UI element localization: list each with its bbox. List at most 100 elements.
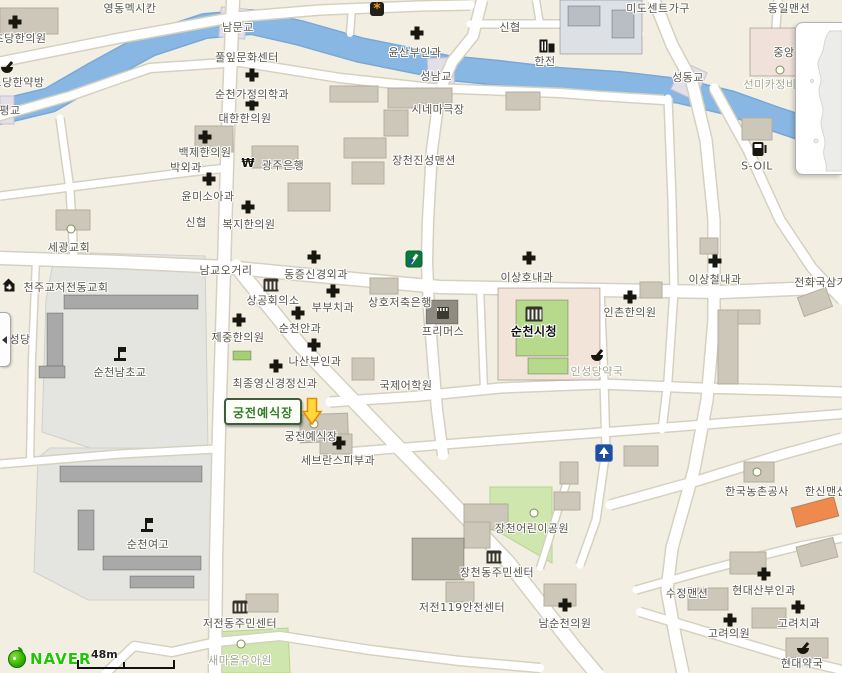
map-label: 신협 [185, 214, 206, 230]
map-canvas[interactable]: ₩*영동멕시칸남문교초당한의원초당한약방평교풀잎문화센터순천가정의학과대한한의원… [0, 0, 842, 673]
map-label: 상공회의소 [246, 292, 299, 308]
hospital-cross-icon [411, 27, 424, 40]
map-label: 부부치과 [312, 299, 354, 315]
bathhouse-icon [595, 444, 613, 462]
map-label: 장천동주민센터 [460, 564, 534, 580]
map-label: 전화국삼거리 [794, 274, 842, 290]
map-label: 장천어린이공원 [495, 520, 569, 536]
map-label: 국제어학원 [379, 377, 432, 393]
map-label: 중앙 [773, 44, 794, 60]
hospital-cross-icon [523, 252, 536, 265]
cityhall-building-icon [526, 307, 543, 322]
scale-bar: 48m [77, 650, 173, 668]
pharmacy-icon [1, 62, 13, 74]
map-label: 이상호내과 [500, 269, 553, 285]
map-label: 이상철내과 [688, 271, 741, 287]
map-label: 순천시청 [511, 323, 557, 340]
map-label: 인성당약국 [570, 363, 623, 379]
government-building-icon [233, 601, 248, 614]
hospital-cross-icon [709, 255, 722, 268]
map-label: 저전동주민센터 [203, 615, 277, 631]
hospital-cross-icon [292, 307, 305, 320]
map-label: 윤산부인과 [388, 44, 441, 60]
map-label: 동일맨션 [768, 0, 810, 16]
map-label: 천주교저전동교회 [24, 279, 109, 295]
government-building-icon [264, 279, 279, 292]
map-label: 광주은행 [262, 157, 304, 173]
poi-dot-icon [237, 640, 246, 649]
map-label: 남문교 [222, 19, 254, 35]
map-label: 한신맨션 [805, 483, 842, 499]
map-label: 한전 [534, 53, 555, 69]
place-callout[interactable]: 궁전예식장 [224, 398, 302, 425]
map-label: 장천진성맨션 [392, 152, 456, 168]
map-label: S-OIL [741, 160, 773, 173]
map-label: 순천남초교 [93, 364, 146, 380]
map-label: 윤미소아과 [181, 188, 234, 204]
map-label: 영동멕시칸 [103, 0, 156, 16]
map-label: 새마을유아원 [208, 652, 272, 668]
map-label: 세브란스피부과 [301, 452, 375, 468]
map-label: 인촌한의원 [603, 304, 656, 320]
map-label: 초당한의원 [0, 30, 47, 46]
map-label: 제중한의원 [211, 329, 264, 345]
map-label: 현대산부인과 [732, 582, 796, 598]
poi-overlay: ₩*영동멕시칸남문교초당한의원초당한약방평교풀잎문화센터순천가정의학과대한한의원… [0, 0, 842, 673]
poi-dot-icon [753, 468, 762, 477]
map-label: 남순천의원 [538, 615, 591, 631]
hospital-cross-icon [270, 360, 283, 373]
scale-bar-line [77, 660, 175, 669]
map-label: 풀잎문화센터 [215, 49, 279, 65]
map-label: 세광교회 [48, 239, 90, 255]
pharmacy-icon [797, 643, 809, 655]
map-label: 미도센트가구 [626, 0, 690, 16]
map-label: 성당 [9, 331, 30, 347]
hospital-cross-icon [203, 173, 216, 186]
hospital-cross-icon [242, 201, 255, 214]
church-icon [3, 279, 16, 292]
hospital-cross-icon [624, 291, 637, 304]
map-label: 프리머스 [422, 323, 464, 339]
map-label: 백제한의원 [178, 144, 231, 160]
map-label: 상호저축은행 [368, 294, 432, 310]
hospital-cross-icon [233, 314, 246, 327]
map-label: 선미카정비 [743, 76, 796, 92]
map-label: 수정맨션 [666, 585, 708, 601]
hospital-cross-icon [308, 251, 321, 264]
map-label: 평교 [0, 102, 21, 118]
bank-won-icon: ₩ [241, 157, 254, 169]
naver-bird-icon [8, 650, 26, 668]
bank-logo-icon [406, 251, 423, 268]
map-label: 순천안과 [279, 320, 321, 336]
map-label: 성남교 [420, 68, 452, 84]
hospital-cross-icon [559, 599, 572, 612]
panel-collapse-toggle[interactable] [0, 312, 11, 367]
map-label: 나산부인과 [288, 353, 341, 369]
map-label: 성동교 [672, 69, 704, 85]
poi-dot-icon [776, 66, 785, 75]
hospital-cross-icon [758, 568, 771, 581]
map-label: 최종영신경정신과 [233, 375, 318, 391]
government-building-icon [487, 551, 502, 564]
hospital-cross-icon [327, 285, 340, 298]
callout-label: 궁전예식장 [233, 406, 293, 420]
poi-dot-icon [530, 509, 539, 518]
map-label: 시네마극장 [411, 101, 464, 117]
pharmacy-icon [591, 350, 603, 362]
map-label: 박외과 [170, 159, 202, 175]
map-label: 동증신경외과 [284, 266, 348, 282]
map-label: 저전119안전센터 [419, 599, 505, 615]
map-label: 고려의원 [708, 625, 750, 641]
map-label: 궁전예식장 [284, 428, 337, 444]
map-label: 순천가정의학과 [215, 86, 289, 102]
map-label: 남교오거리 [199, 262, 252, 278]
map-label: 고려치과 [778, 615, 820, 631]
korea-outline-icon [796, 23, 842, 174]
location-marker-arrow-icon [301, 396, 323, 426]
theater-icon [437, 307, 449, 319]
map-label: 대한한의원 [218, 110, 271, 126]
hospital-cross-icon [792, 601, 805, 614]
overview-minimap[interactable] [795, 22, 842, 175]
map-label: 초당한약방 [0, 74, 45, 90]
gas-station-icon [753, 142, 764, 156]
